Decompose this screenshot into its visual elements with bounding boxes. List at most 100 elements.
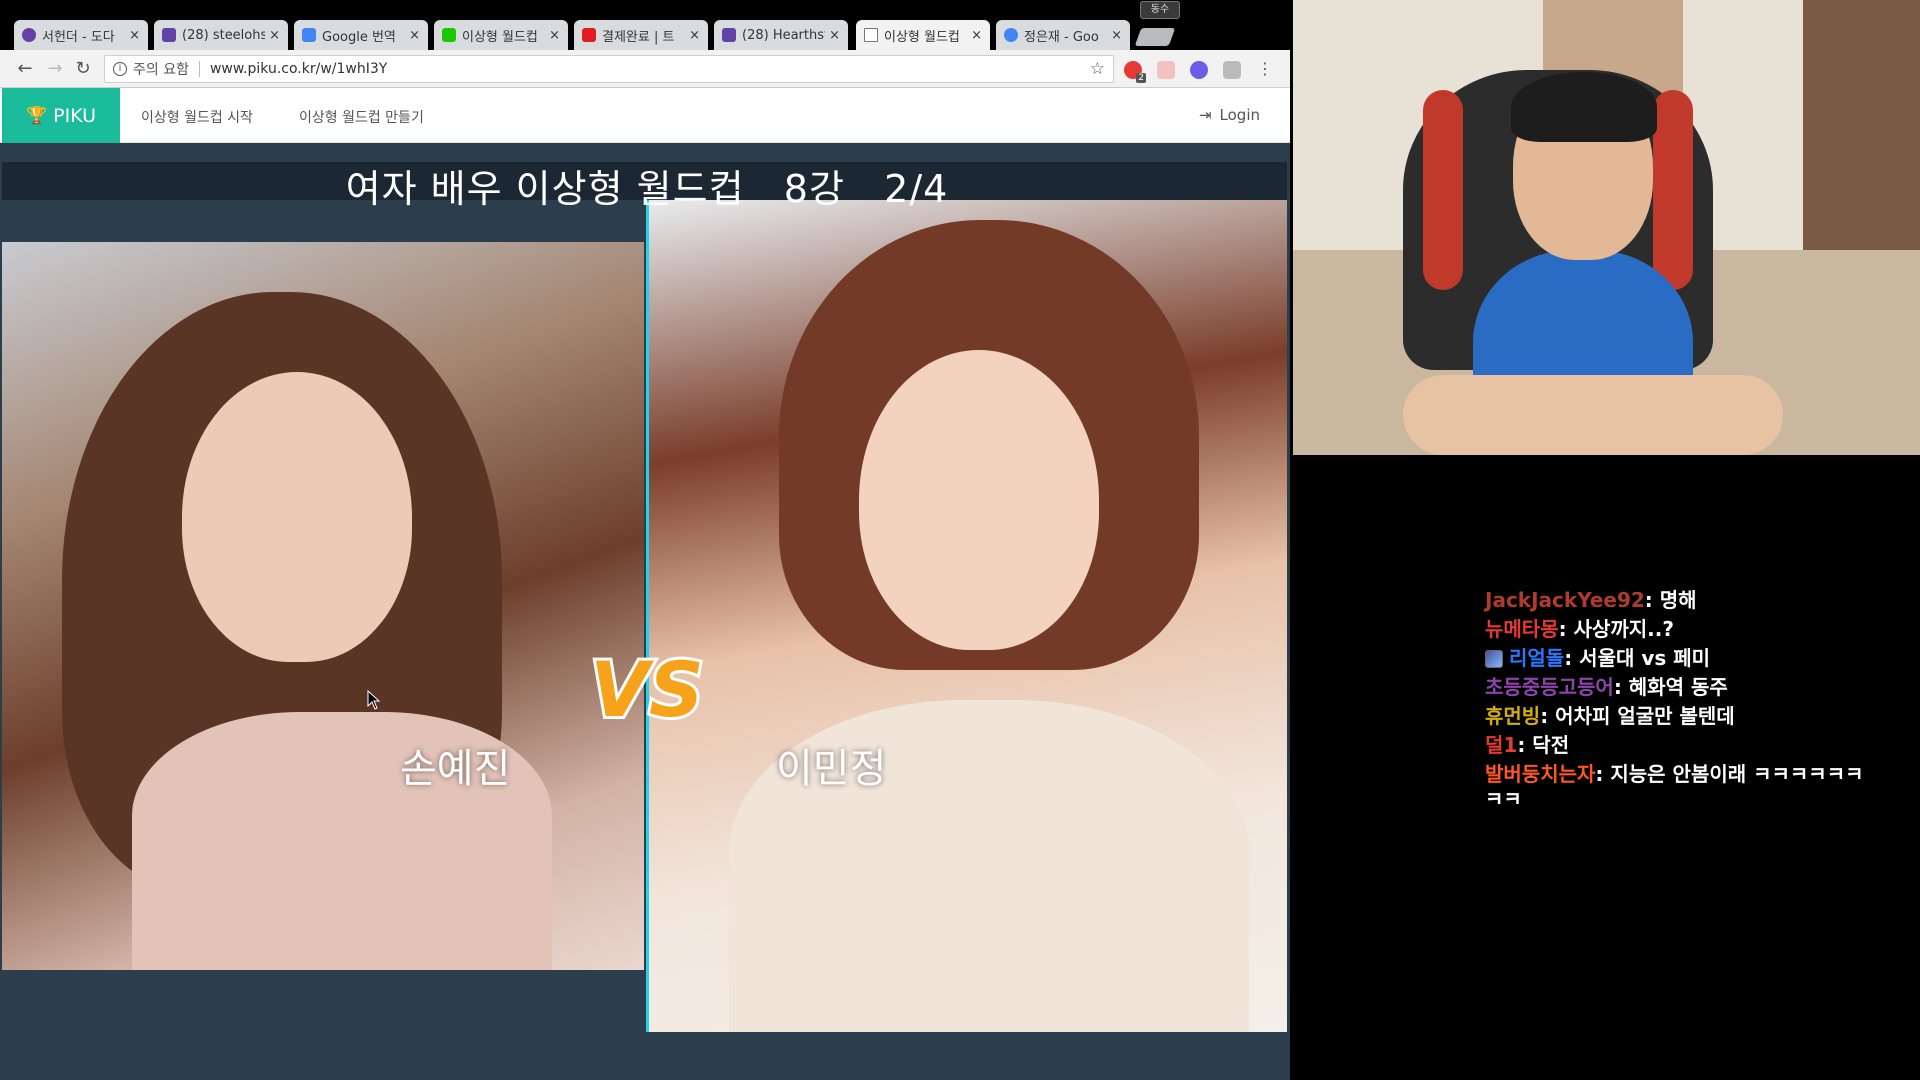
adblock-extension-icon[interactable]: 2: [1124, 61, 1146, 83]
tab-close-icon[interactable]: ×: [1111, 28, 1122, 43]
url-text[interactable]: www.piku.co.kr/w/1whI3Y: [210, 61, 387, 77]
stream-chat: JackJackYee92: 명해 뉴메타몽: 사상까지..? 리얼돌: 서울대…: [1485, 586, 1920, 846]
extension-badge: 2: [1136, 73, 1146, 83]
chat-colon: :: [1644, 588, 1660, 612]
chair-accent-shape: [1423, 90, 1463, 290]
extension-icon[interactable]: [1190, 61, 1208, 79]
chat-message: 덜1: 닥전: [1485, 731, 1920, 760]
new-tab-button[interactable]: [1134, 28, 1176, 46]
vs-badge: VS: [587, 642, 707, 732]
tab-close-icon[interactable]: ×: [409, 28, 420, 43]
divider: [198, 61, 200, 77]
back-arrow-icon[interactable]: ←: [14, 58, 36, 80]
chat-message: 발버둥치는자: 지능은 안봄이래 ㅋㅋㅋㅋㅋㅋ: [1485, 760, 1920, 789]
bookmark-star-icon[interactable]: ☆: [1090, 59, 1105, 79]
chat-colon: :: [1558, 617, 1574, 641]
pdf-extension-icon[interactable]: [1157, 61, 1175, 79]
info-icon[interactable]: i: [113, 62, 127, 76]
tab-title: (28) Hearthst: [742, 27, 826, 43]
twitch-icon: [162, 28, 176, 42]
login-label: Login: [1219, 106, 1260, 124]
tab-strip: 서헌더 - 도다 × (28) steelohs × Google 번역 × 이…: [0, 0, 1290, 50]
chat-text: 혜화역 동주: [1628, 675, 1728, 699]
tab-close-icon[interactable]: ×: [129, 28, 140, 43]
reload-icon[interactable]: ↻: [72, 58, 94, 80]
door-shape: [1803, 0, 1920, 270]
tab-3[interactable]: Google 번역 ×: [294, 20, 428, 50]
tab-title: 이상형 월드컵: [462, 29, 538, 45]
extension-icon[interactable]: [1223, 61, 1241, 79]
chat-message: 초등중등고등어: 혜화역 동주: [1485, 673, 1920, 702]
address-bar[interactable]: i 주의 요함 www.piku.co.kr/w/1whI3Y ☆: [104, 55, 1114, 83]
vs-text: VS: [590, 645, 704, 732]
brand-logo[interactable]: 🏆 PIKU: [2, 88, 120, 143]
nav-make-worldcup[interactable]: 이상형 월드컵 만들기: [299, 107, 424, 127]
tab-title: 결제완료 | 트: [602, 29, 675, 45]
chat-username: 발버둥치는자: [1485, 762, 1596, 786]
chat-colon: :: [1595, 762, 1611, 786]
browser-window: 서헌더 - 도다 × (28) steelohs × Google 번역 × 이…: [0, 0, 1290, 1080]
tab-title: 서헌더 - 도다: [42, 29, 115, 45]
chat-username: 덜1: [1485, 733, 1518, 757]
tab-close-icon[interactable]: ×: [971, 28, 982, 43]
chat-message: 휴먼빙: 어차피 얼굴만 볼텐데: [1485, 702, 1920, 731]
chat-message-continuation: ㅋㅋ: [1485, 789, 1920, 809]
tab-close-icon[interactable]: ×: [269, 28, 280, 43]
google-icon: [1004, 28, 1018, 42]
chat-username: 리얼돌: [1509, 646, 1565, 670]
candidate-right-name[interactable]: 이민정: [776, 736, 886, 794]
chat-text: 어차피 얼굴만 볼텐데: [1555, 704, 1735, 728]
worldcup-stage: 여자 배우 이상형 월드컵 8강 2/4 손예진 이민정 VS: [2, 162, 1287, 1080]
chat-colon: :: [1613, 675, 1629, 699]
chat-message: 리얼돌: 서울대 vs 페미: [1485, 644, 1920, 673]
tab-1[interactable]: 서헌더 - 도다 ×: [14, 20, 148, 50]
tab-close-icon[interactable]: ×: [689, 28, 700, 43]
trophy-icon: 🏆: [25, 105, 48, 126]
profile-chip[interactable]: 동수: [1140, 1, 1180, 19]
chat-text: 서울대 vs 페미: [1579, 646, 1711, 670]
tab-6[interactable]: (28) Hearthst ×: [714, 20, 848, 50]
tab-title: 이상형 월드컵: [884, 29, 960, 45]
chat-username: 초등중등고등어: [1485, 675, 1614, 699]
login-link[interactable]: ⇥ Login: [1199, 106, 1260, 124]
twitch-icon: [22, 28, 36, 42]
screen: 서헌더 - 도다 × (28) steelohs × Google 번역 × 이…: [0, 0, 1920, 1080]
webcam-feed: [1293, 0, 1920, 455]
nav-start-worldcup[interactable]: 이상형 월드컵 시작: [141, 107, 253, 127]
naver-icon: [442, 28, 456, 42]
chat-colon: :: [1564, 646, 1580, 670]
candidate-right-photo[interactable]: [646, 200, 1287, 1032]
chat-message: 뉴메타몽: 사상까지..?: [1485, 615, 1920, 644]
brand-name: PIKU: [53, 104, 97, 127]
tab-5[interactable]: 결제완료 | 트 ×: [574, 20, 708, 50]
candidate-left-photo[interactable]: [2, 242, 644, 970]
security-label: 주의 요함: [133, 62, 189, 78]
tab-7-active[interactable]: 이상형 월드컵 ×: [856, 20, 990, 50]
chat-username: 뉴메타몽: [1485, 617, 1559, 641]
face-shape: [182, 372, 412, 662]
face-shape: [859, 350, 1099, 650]
chat-username: 휴먼빙: [1485, 704, 1541, 728]
tab-title: (28) steelohs: [182, 27, 266, 43]
twitch-icon: [722, 28, 736, 42]
payment-site-icon: [582, 28, 596, 42]
tab-2[interactable]: (28) steelohs ×: [154, 20, 288, 50]
site-navbar: 🏆 PIKU 이상형 월드컵 시작 이상형 월드컵 만들기 ⇥ Login: [0, 88, 1290, 143]
browser-toolbar: ← → ↻ i 주의 요함 www.piku.co.kr/w/1whI3Y ☆ …: [0, 50, 1290, 88]
tab-4[interactable]: 이상형 월드컵 ×: [434, 20, 568, 50]
tab-close-icon[interactable]: ×: [829, 28, 840, 43]
page-icon: [864, 28, 878, 42]
menu-kebab-icon[interactable]: ⋮: [1254, 58, 1276, 80]
candidate-left-name[interactable]: 손예진: [400, 736, 510, 794]
google-translate-icon: [302, 28, 316, 42]
mouse-cursor-icon: [367, 690, 381, 710]
hair-shape: [1511, 72, 1657, 142]
tab-close-icon[interactable]: ×: [549, 28, 560, 43]
chat-username: JackJackYee92: [1485, 588, 1645, 612]
chat-text: 명해: [1659, 588, 1697, 612]
forward-arrow-icon[interactable]: →: [44, 58, 66, 80]
chat-colon: :: [1540, 704, 1556, 728]
chat-text: 사상까지..?: [1573, 617, 1674, 641]
chair-accent-shape: [1653, 90, 1693, 290]
tab-8[interactable]: 정은재 - Goo ×: [996, 20, 1130, 50]
